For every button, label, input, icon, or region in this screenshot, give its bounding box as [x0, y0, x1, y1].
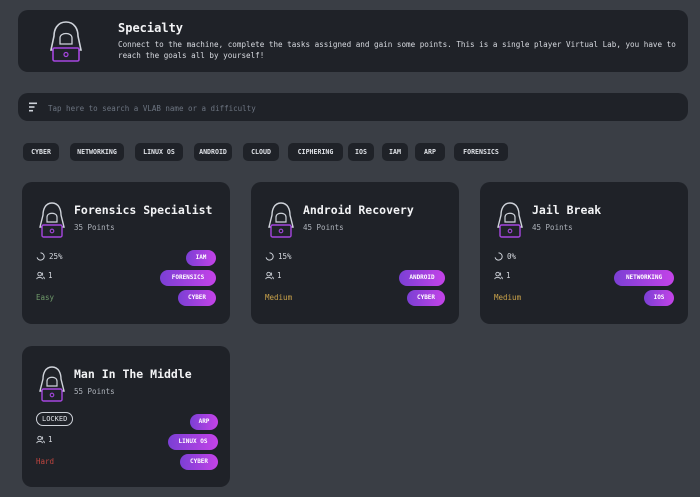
lab-tag[interactable]: CYBER — [407, 290, 445, 306]
filter-chip-cloud[interactable]: CLOUD — [243, 143, 279, 161]
progress-icon — [36, 252, 45, 261]
lab-points: 35 Points — [74, 223, 115, 232]
lab-progress-value: 15% — [278, 252, 292, 261]
filter-chip-iam[interactable]: IAM — [382, 143, 408, 161]
search-input[interactable] — [46, 97, 650, 119]
progress-icon — [265, 252, 274, 261]
lab-card-man-in-the-middle[interactable]: Man In The Middle 55 Points LOCKED 1 Har… — [22, 346, 230, 487]
lab-users: 1 — [265, 271, 282, 280]
lab-tag[interactable]: NETWORKING — [614, 270, 674, 286]
lab-tag[interactable]: ARP — [190, 414, 218, 430]
lab-tag[interactable]: LINUX OS — [168, 434, 218, 450]
locked-badge: LOCKED — [36, 412, 74, 426]
filter-chip-forensics[interactable]: FORENSICS — [454, 143, 508, 161]
lab-card-android-recovery[interactable]: Android Recovery 45 Points 15% 1 Medium … — [251, 182, 459, 324]
filter-chip-arp[interactable]: ARP — [415, 143, 445, 161]
page-title: Specialty — [118, 21, 184, 35]
search-bar[interactable] — [18, 93, 688, 121]
hacker-icon — [39, 366, 65, 402]
progress-icon — [494, 252, 503, 261]
filter-chip-android[interactable]: ANDROID — [194, 143, 232, 161]
lab-difficulty: Easy — [36, 293, 55, 302]
filter-chip-networking[interactable]: NETWORKING — [70, 143, 124, 161]
lab-tag[interactable]: CYBER — [180, 454, 218, 470]
lab-users-count: 1 — [48, 271, 53, 280]
lab-progress-value: 0% — [507, 252, 517, 261]
lab-tag[interactable]: FORENSICS — [160, 270, 216, 286]
lab-card-jail-break[interactable]: Jail Break 45 Points 0% 1 Medium NETWORK… — [480, 182, 688, 324]
lab-users: 1 — [36, 271, 53, 280]
hacker-icon — [50, 21, 82, 62]
lab-users: 1 — [36, 435, 53, 444]
filter-chip-ciphering[interactable]: CIPHERING — [288, 143, 343, 161]
lab-users-count: 1 — [506, 271, 511, 280]
lab-users: 1 — [494, 271, 511, 280]
lab-title: Jail Break — [532, 203, 602, 217]
lab-tag[interactable]: ANDROID — [399, 270, 445, 286]
lab-difficulty: Medium — [494, 293, 522, 302]
lab-difficulty: Medium — [265, 293, 293, 302]
lab-users-count: 1 — [48, 435, 53, 444]
lab-progress-value: 25% — [49, 252, 63, 261]
lab-points: 45 Points — [303, 223, 344, 232]
lab-card-forensics-specialist[interactable]: Forensics Specialist 35 Points 25% 1 Eas… — [22, 182, 230, 324]
lab-progress: 25% — [36, 252, 63, 261]
users-icon — [36, 271, 45, 280]
lab-points: 55 Points — [74, 387, 115, 396]
filter-chip-ios[interactable]: IOS — [348, 143, 374, 161]
hacker-icon — [497, 202, 523, 238]
lab-tag[interactable]: IOS — [644, 290, 674, 306]
lab-title: Man In The Middle — [74, 367, 192, 381]
lab-points: 45 Points — [532, 223, 573, 232]
filter-chip-cyber[interactable]: CYBER — [23, 143, 59, 161]
users-icon — [494, 271, 503, 280]
lab-tag[interactable]: IAM — [186, 250, 216, 266]
users-icon — [265, 271, 274, 280]
filter-chip-linux-os[interactable]: LINUX OS — [135, 143, 183, 161]
hacker-icon — [268, 202, 294, 238]
lab-progress: 0% — [494, 252, 516, 261]
page-description: Connect to the machine, complete the tas… — [118, 40, 676, 60]
users-icon — [36, 435, 45, 444]
lab-tag[interactable]: CYBER — [178, 290, 216, 306]
lab-title: Android Recovery — [303, 203, 414, 217]
lab-users-count: 1 — [277, 271, 282, 280]
hacker-icon — [39, 202, 65, 238]
specialty-header: Specialty Connect to the machine, comple… — [18, 10, 688, 72]
lab-progress: 15% — [265, 252, 292, 261]
filter-menu-icon[interactable] — [28, 101, 40, 113]
lab-difficulty: Hard — [36, 457, 55, 466]
lab-title: Forensics Specialist — [74, 203, 213, 217]
